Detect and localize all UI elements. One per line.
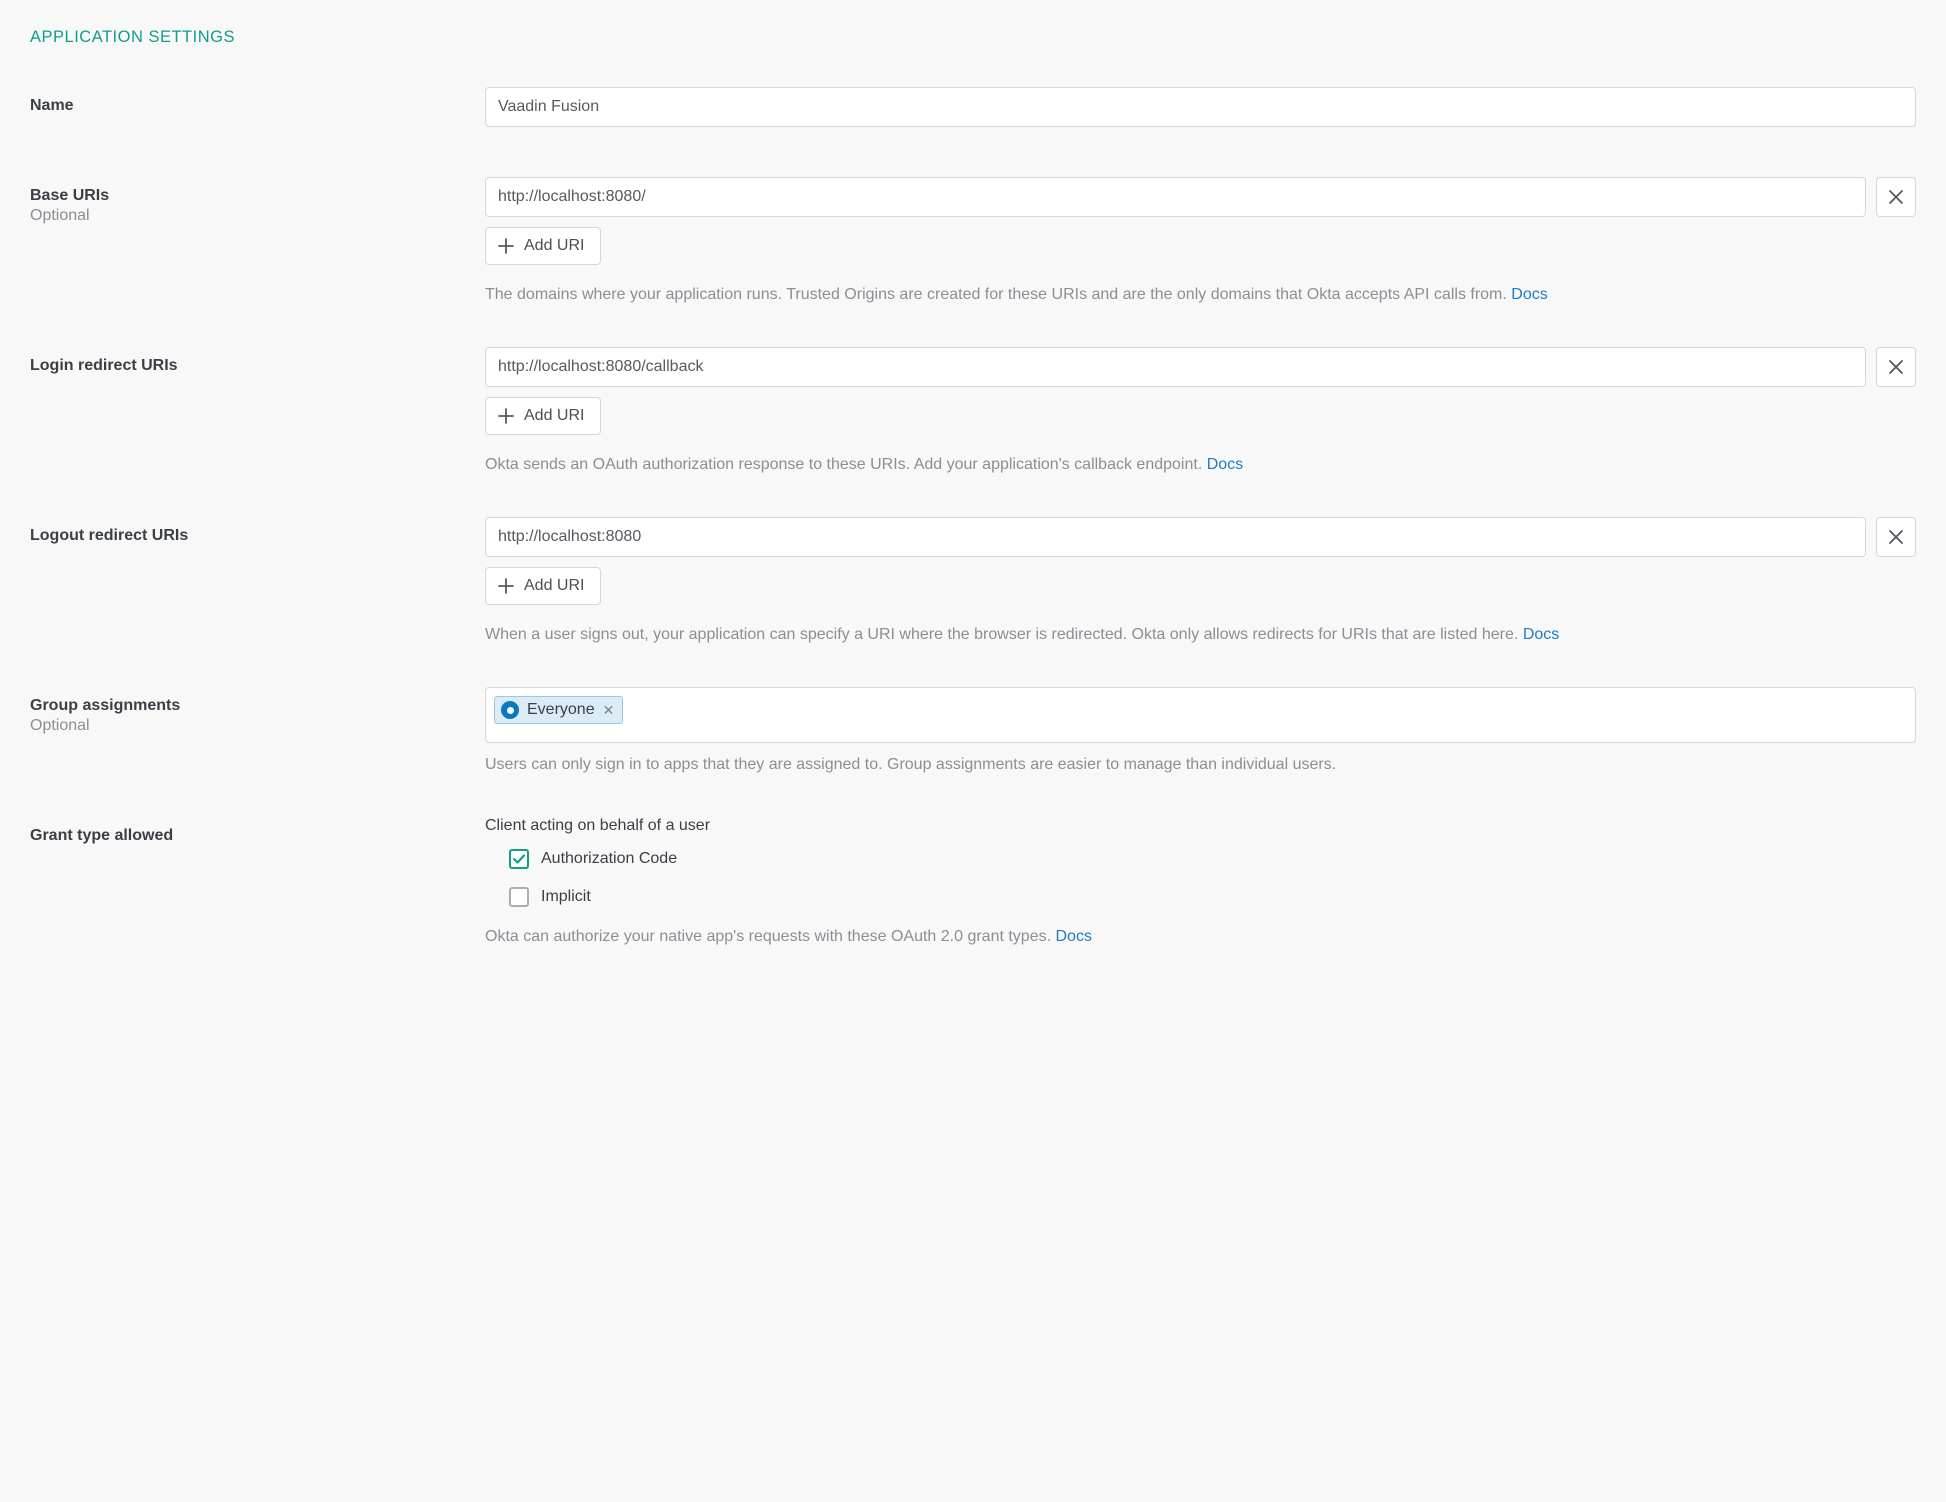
row-grant-type: Grant type allowed Client acting on beha… [30,817,1916,949]
group-icon [501,701,519,719]
remove-login-redirect-button[interactable] [1876,347,1916,387]
plus-icon [498,578,514,594]
label-name: Name [30,97,455,115]
remove-base-uri-button[interactable] [1876,177,1916,217]
checkbox-label-authorization-code: Authorization Code [541,850,677,868]
add-base-uri-button[interactable]: Add URI [485,227,601,265]
close-icon [1889,360,1903,374]
add-login-redirect-button[interactable]: Add URI [485,397,601,435]
section-title: APPLICATION SETTINGS [30,28,1916,47]
row-base-uris: Base URIs Optional Add URI The domains w… [30,177,1916,307]
checkbox-label-implicit: Implicit [541,888,591,906]
grant-type-help: Okta can authorize your native app's req… [485,925,1916,949]
label-group-assignments-optional: Optional [30,717,455,735]
label-logout-redirect: Logout redirect URIs [30,527,455,545]
add-uri-label: Add URI [524,237,584,255]
base-uris-docs-link[interactable]: Docs [1511,286,1547,303]
group-assignments-help: Users can only sign in to apps that they… [485,753,1916,777]
group-chip-everyone: Everyone ✕ [494,696,623,724]
add-logout-redirect-button[interactable]: Add URI [485,567,601,605]
check-icon [512,852,526,866]
plus-icon [498,238,514,254]
row-login-redirect: Login redirect URIs Add URI Okta sends a… [30,347,1916,477]
login-redirect-docs-link[interactable]: Docs [1207,456,1243,473]
grant-type-subhead: Client acting on behalf of a user [485,817,1916,835]
label-group-assignments: Group assignments [30,697,455,715]
remove-logout-redirect-button[interactable] [1876,517,1916,557]
add-uri-label: Add URI [524,407,584,425]
label-base-uris: Base URIs [30,187,455,205]
group-assignments-input[interactable]: Everyone ✕ [485,687,1916,743]
add-uri-label: Add URI [524,577,584,595]
name-input[interactable] [485,87,1916,127]
checkbox-authorization-code[interactable] [509,849,529,869]
row-logout-redirect: Logout redirect URIs Add URI When a user… [30,517,1916,647]
label-base-uris-optional: Optional [30,207,455,225]
logout-redirect-help: When a user signs out, your application … [485,623,1916,647]
login-redirect-help: Okta sends an OAuth authorization respon… [485,453,1916,477]
grant-type-docs-link[interactable]: Docs [1056,928,1092,945]
checkbox-implicit[interactable] [509,887,529,907]
plus-icon [498,408,514,424]
base-uri-input[interactable] [485,177,1866,217]
close-icon [1889,530,1903,544]
row-name: Name [30,87,1916,137]
remove-group-chip-button[interactable]: ✕ [603,703,615,717]
close-icon [1889,190,1903,204]
login-redirect-input[interactable] [485,347,1866,387]
label-grant-type: Grant type allowed [30,827,455,845]
label-login-redirect: Login redirect URIs [30,357,455,375]
group-chip-label: Everyone [527,701,595,719]
base-uris-help: The domains where your application runs.… [485,283,1916,307]
logout-redirect-input[interactable] [485,517,1866,557]
logout-redirect-docs-link[interactable]: Docs [1523,626,1559,643]
row-group-assignments: Group assignments Optional Everyone ✕ Us… [30,687,1916,777]
